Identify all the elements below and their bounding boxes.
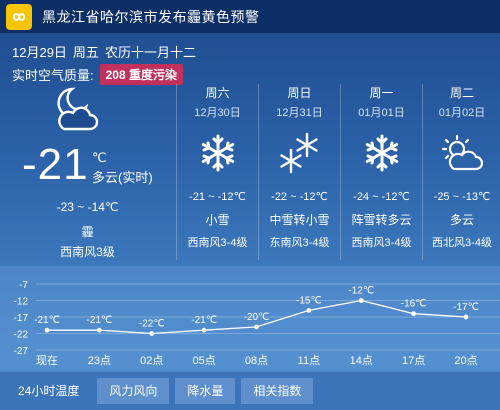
forecast-date: 12月31日 <box>276 107 323 119</box>
x-tick-label: 11点 <box>298 354 320 367</box>
temperature-point <box>96 327 102 333</box>
forecast-wind: 西南风3-4级 <box>187 237 248 249</box>
forecast-range: -21 ~ -12℃ <box>189 191 246 203</box>
temperature-point <box>201 327 207 333</box>
alert-text: 黑龙江省哈尔滨市发布霾黄色预警 <box>42 8 260 25</box>
point-label: -21℃ <box>34 315 60 326</box>
y-tick-label: -22 <box>14 330 29 341</box>
y-tick-label: -12 <box>14 297 29 308</box>
snowflake-icon <box>177 130 258 176</box>
forecast-weekday: 周日 <box>287 86 312 100</box>
forecast-day-3[interactable]: 周一 01月01日 -24 ~ -12℃ 阵雪转多云 西南风3-4级 <box>340 84 422 260</box>
forecast-range: -22 ~ -12℃ <box>271 191 328 203</box>
point-label: -16℃ <box>401 299 427 310</box>
today-lunar: 农历十一月十二 <box>104 45 196 60</box>
x-tick-label: 05点 <box>193 354 216 367</box>
point-label: -12℃ <box>348 286 374 297</box>
forecast-day-1[interactable]: 周六 12月30日 -21 ~ -12℃ 小雪 西南风3-4级 <box>176 84 258 260</box>
forecast-wind: 西南风3-4级 <box>351 237 412 249</box>
today-range: -23 ~ -14℃ <box>56 200 119 214</box>
x-tick-label: 现在 <box>36 354 58 367</box>
point-label: -21℃ <box>191 315 217 326</box>
snowflake-icon <box>341 130 422 176</box>
today-wind: 西南风3级 <box>60 245 115 259</box>
x-tick-label: 02点 <box>140 354 163 367</box>
chart-svg: -7 -12 -17 -22 -27 -21℃ 现在 -21℃ 23点 -22℃ 02点 -21℃ 05… <box>14 280 500 367</box>
forecast-range: -24 ~ -12℃ <box>353 191 410 203</box>
today-date: 12月29日 <box>12 45 67 60</box>
forecast-date: 01月01日 <box>358 107 405 119</box>
chart-tabs: 24小时温度 风力风向 降水量 相关指数 <box>0 372 500 410</box>
x-tick-label: 14点 <box>350 354 373 367</box>
temperature-point <box>358 298 364 303</box>
temperature-point <box>44 327 50 333</box>
tab-indices[interactable]: 相关指数 <box>241 378 314 404</box>
current-description: 多云(实时) <box>92 170 153 185</box>
y-tick-label: -27 <box>14 346 29 357</box>
forecast-condition: 小雪 <box>205 213 230 227</box>
tab-precipitation[interactable]: 降水量 <box>175 378 236 404</box>
forecast-range: -25 ~ -13℃ <box>433 191 491 203</box>
tab-wind[interactable]: 风力风向 <box>97 378 170 404</box>
x-tick-label: 08点 <box>245 354 268 367</box>
current-temperature: -21 <box>22 140 89 189</box>
forecast-day-4[interactable]: 周二 01月02日 -25 ~ -13℃ 多云 西北风3-4级 <box>422 84 500 260</box>
y-tick-label: -17 <box>14 313 29 324</box>
temperature-point <box>254 324 259 330</box>
x-tick-label: 20点 <box>454 354 477 367</box>
forecast-condition: 阵雪转多云 <box>351 213 412 227</box>
point-label: -22℃ <box>139 319 165 330</box>
forecast-weekday: 周二 <box>449 86 474 100</box>
point-label: -21℃ <box>87 315 113 326</box>
moon-cloud-icon <box>50 85 100 140</box>
temperature-unit: ℃ <box>92 150 107 165</box>
point-label: -15℃ <box>296 295 322 306</box>
temperature-point <box>306 308 312 313</box>
forecast-weekday: 周一 <box>369 86 394 100</box>
temperature-point <box>463 314 469 320</box>
x-tick-label: 23点 <box>88 354 111 367</box>
forecast-weekday: 周六 <box>205 86 230 100</box>
y-tick-label: -7 <box>19 280 28 291</box>
hourly-temperature-chart: -7 -12 -17 -22 -27 -21℃ 现在 -21℃ 23点 -22℃ 02点 -21℃ 05… <box>0 266 500 370</box>
temperature-point <box>149 331 155 336</box>
alert-bar[interactable]: 黑龙江省哈尔滨市发布霾黄色预警 <box>0 0 500 33</box>
x-tick-label: 17点 <box>402 354 425 367</box>
forecast-day-2[interactable]: 周日 12月31日 -22 ~ -12℃ 中雪转小雪 东南风3-4级 <box>258 84 340 260</box>
forecast-condition: 多云 <box>449 213 474 227</box>
forecast-date: 01月02日 <box>438 107 486 119</box>
forecast-wind: 西北风3-4级 <box>432 237 492 249</box>
aqi-line: 实时空气质量: 208 重度污染 <box>12 64 183 85</box>
temperature-point <box>411 311 417 317</box>
today-condition: 霾 <box>81 225 94 239</box>
today-weekday: 周五 <box>72 45 99 60</box>
forecast-wind: 东南风3-4级 <box>269 237 330 249</box>
aqi-label: 实时空气质量: <box>12 68 94 83</box>
forecast-date: 12月30日 <box>194 107 241 119</box>
sun-cloud-icon <box>423 130 500 176</box>
aqi-badge[interactable]: 208 重度污染 <box>99 64 183 85</box>
tab-24h-temperature[interactable]: 24小时温度 <box>6 378 91 404</box>
double-snowflake-icon <box>259 130 340 176</box>
infinity-icon <box>6 3 32 30</box>
forecast-condition: 中雪转小雪 <box>269 213 330 227</box>
point-label: -20℃ <box>244 312 270 323</box>
date-line: 12月29日 周五 农历十一月十二 <box>12 42 202 61</box>
point-label: -17℃ <box>453 302 479 313</box>
